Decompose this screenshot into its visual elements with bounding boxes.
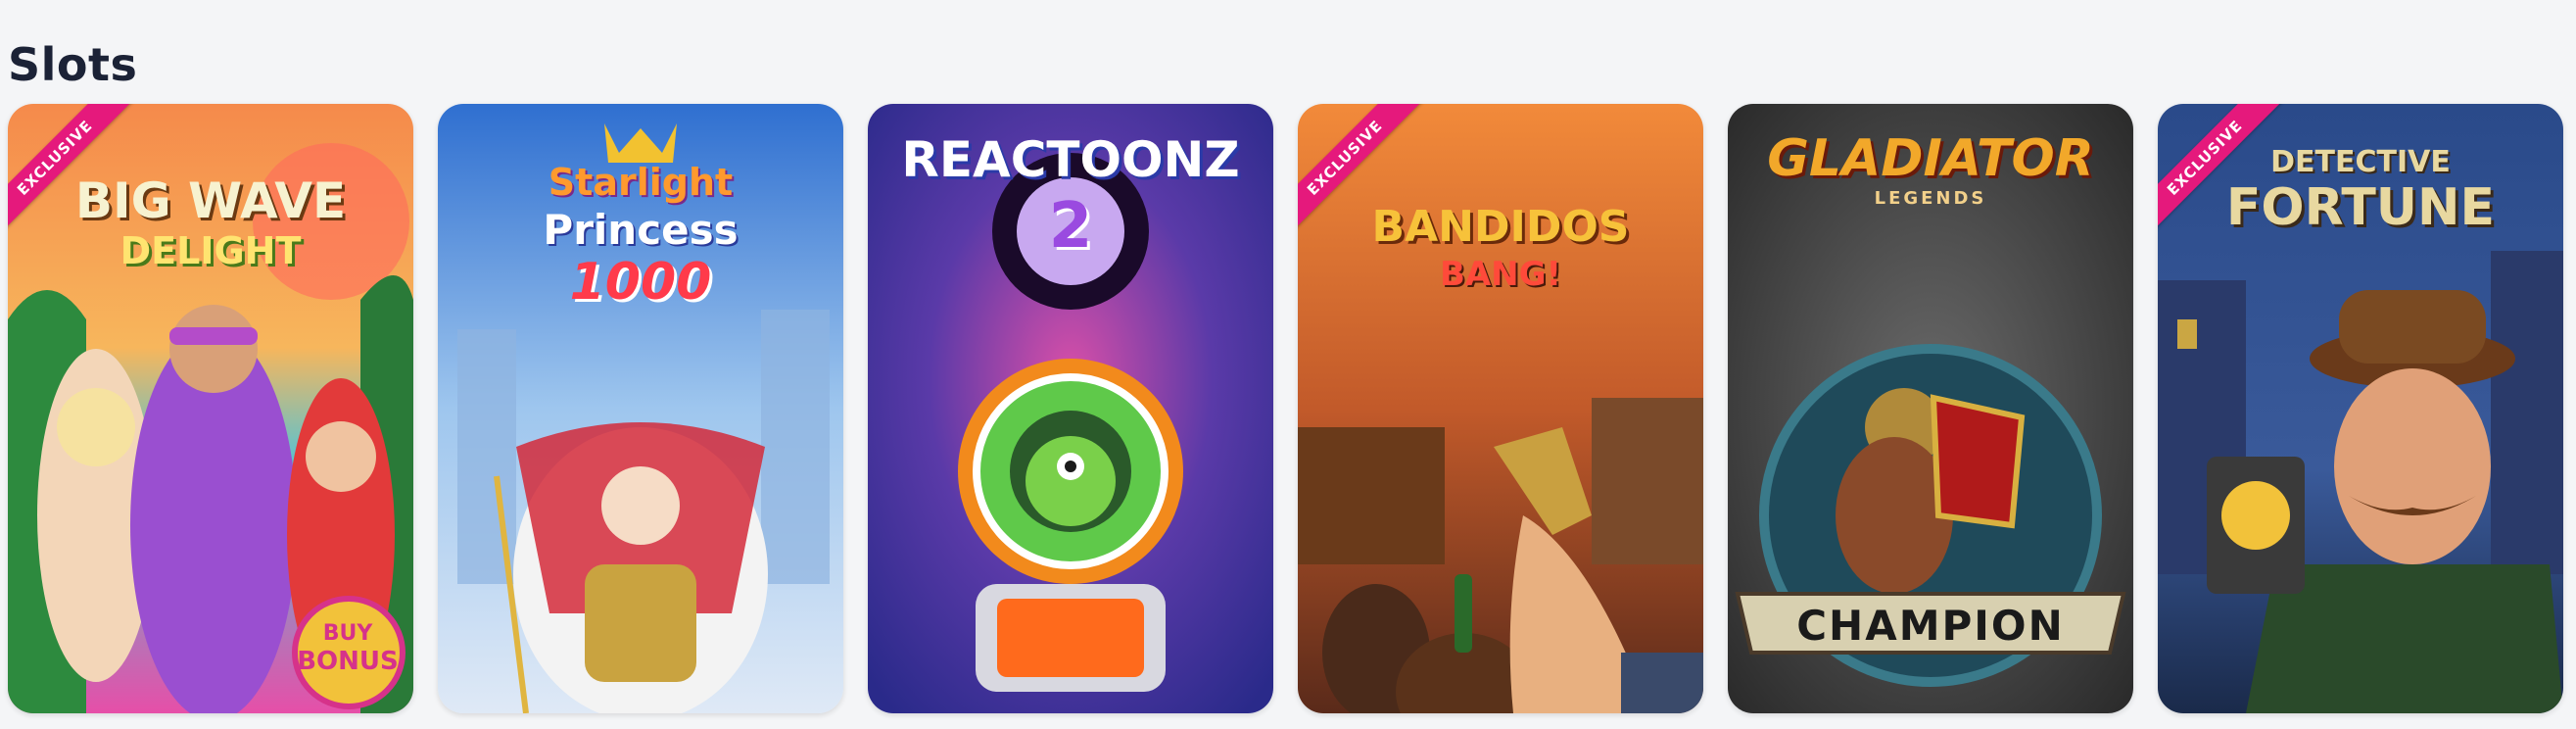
game-card-bandidos-bang[interactable]: BANDIDOS BANG! EXCLUSIVE [1298,104,1703,713]
game-card-reactoonz-2[interactable]: REACTOONZ 2 [868,104,1273,713]
game-logo: Starlight [548,161,734,204]
game-logo: BANDIDOS [1371,202,1630,252]
game-logo-subtitle: LEGENDS [1874,188,1987,209]
game-logo: GLADIATOR [1767,129,2094,188]
section-title: Slots [8,37,138,91]
game-card-starlight-princess-1000[interactable]: Starlight Princess 1000 [438,104,843,713]
game-logo: REACTOONZ [901,131,1240,188]
game-logo-number: 1000 [569,253,712,312]
game-logo: BIG WAVE [74,172,347,229]
slots-carousel: BIG WAVE DELIGHT BUY BONUS EXCLUSIVE Sta… [8,104,2564,713]
game-logo-subtitle: FORTUNE [2225,178,2496,237]
game-logo-subtitle: DELIGHT [119,229,302,272]
game-card-detective-fortune[interactable]: DETECTIVE FORTUNE EXCLUSIVE [2158,104,2563,713]
game-artwork [1298,104,1703,713]
game-logo-number: 2 [1048,190,1093,263]
game-logo-subtitle: BANG! [1439,255,1562,294]
buy-bonus-badge: BUY [322,621,373,646]
buy-bonus-badge-label: BONUS [297,647,399,676]
game-card-big-wave-delight[interactable]: BIG WAVE DELIGHT BUY BONUS EXCLUSIVE [8,104,413,713]
game-logo-subtitle: Princess [543,206,739,254]
champion-banner: CHAMPION [1796,602,2065,650]
game-card-gladiator-legends[interactable]: GLADIATOR LEGENDS CHAMPION [1728,104,2133,713]
